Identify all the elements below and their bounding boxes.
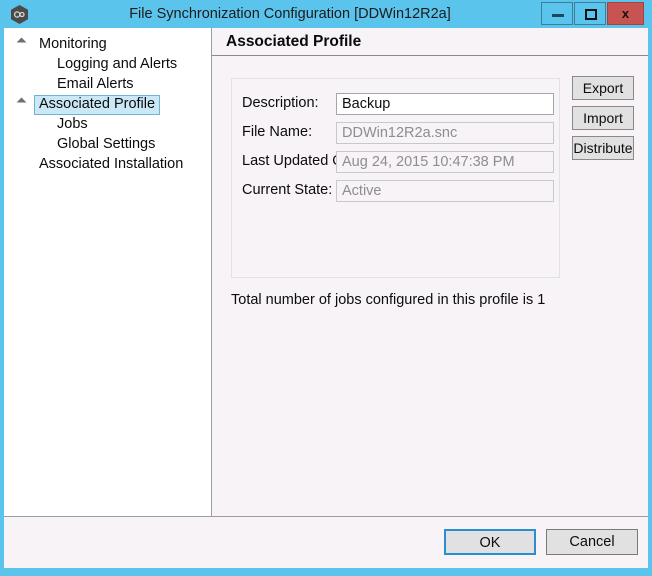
maximize-button[interactable] [574,2,606,25]
close-icon: x [621,6,630,21]
field-input-file-name [336,122,554,144]
profile-details-groupbox: Description: File Name: Last Updated On: Cu… [231,78,560,278]
expander-triangle-icon[interactable] [16,97,27,108]
sidebar-item-jobs[interactable]: Jobs [52,114,211,134]
page-title: Associated Profile [212,28,648,56]
title-bar: File Synchronization Configuration [DDWi… [0,0,652,28]
field-row: File Name: [232,122,561,144]
field-row: Current State: [232,180,561,202]
export-button[interactable]: Export [572,76,634,100]
import-button[interactable]: Import [572,106,634,130]
sidebar-item-label: Associated Installation [39,156,184,172]
sidebar-item-associated-installation[interactable]: Associated Installation [34,154,211,174]
sidebar-item-global-settings[interactable]: Global Settings [52,134,211,154]
jobs-count-text: Total number of jobs configured in this … [231,292,546,308]
cancel-button[interactable]: Cancel [546,529,638,555]
window-body: Monitoring Logging and Alerts Email Alerts… [4,28,648,568]
close-button[interactable]: x [607,2,644,25]
sidebar-item-associated-profile[interactable]: Associated Profile [16,94,211,115]
application-window: File Synchronization Configuration [DDWi… [0,0,652,576]
sidebar-item-label: Associated Profile [34,95,161,115]
app-hexagon-icon [9,4,30,25]
dialog-footer: OK Cancel [4,516,648,568]
sidebar-item-email-alerts[interactable]: Email Alerts [52,74,211,94]
sidebar-item-label: Monitoring [39,36,107,52]
window-title: File Synchronization Configuration [DDWi… [129,6,451,22]
field-label: Description: [242,95,319,111]
sidebar-item-label: Email Alerts [57,76,134,92]
maximize-icon [585,9,597,20]
field-label: File Name: [242,124,313,140]
field-input-current-state [336,180,554,202]
sidebar-item-label: Jobs [57,116,88,132]
minimize-button[interactable] [541,2,573,25]
field-input-last-updated-on [336,151,554,173]
field-row: Last Updated On: [232,151,561,173]
field-label: Current State: [242,182,333,198]
sidebar-item-label: Logging and Alerts [57,56,178,72]
minimize-icon [552,14,564,17]
expander-triangle-icon[interactable] [16,37,27,48]
sidebar-item-monitoring[interactable]: Monitoring [16,34,211,54]
sidebar-item-logging-and-alerts[interactable]: Logging and Alerts [52,54,211,74]
field-row: Description: [232,93,561,115]
ok-button[interactable]: OK [444,529,536,555]
distribute-button[interactable]: Distribute [572,136,634,160]
sidebar-item-label: Global Settings [57,136,156,152]
field-input-description[interactable] [336,93,554,115]
navigation-tree[interactable]: Monitoring Logging and Alerts Email Alerts… [4,28,212,516]
content-panel: Associated Profile Description: File Name… [212,28,648,516]
